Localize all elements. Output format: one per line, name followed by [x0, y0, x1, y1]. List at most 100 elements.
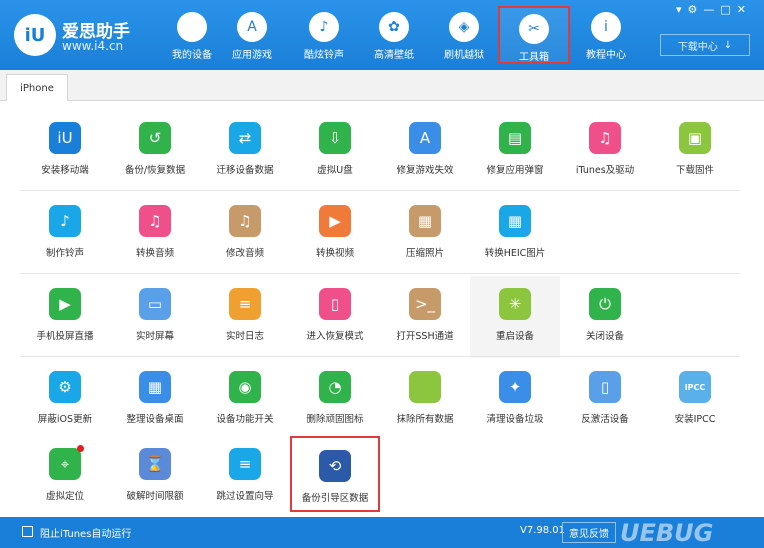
tool-usb[interactable]: ⇩ 虚拟U盘: [290, 110, 380, 192]
apple-icon: [177, 12, 207, 42]
log-icon: ≡: [229, 288, 261, 320]
download-arrow-icon: ↓: [723, 39, 733, 51]
tool-i4-logo[interactable]: iU 安装移动端: [20, 110, 110, 192]
tool-label: 手机投屏直播: [36, 331, 94, 342]
tab-iphone[interactable]: iPhone: [6, 74, 68, 101]
backup-clock-icon: ↺: [139, 122, 171, 154]
apple-id-icon: ▤: [499, 122, 531, 154]
play-icon: ▶: [319, 205, 351, 237]
tool-phone[interactable]: ▯ 进入恢复模式: [290, 276, 380, 358]
tool-label: 备份/恢复数据: [124, 165, 186, 176]
watermark: UEBUG: [620, 519, 714, 547]
bell-icon: ♪: [309, 12, 339, 42]
screen-cast-icon: ▶: [49, 288, 81, 320]
tool-monitor[interactable]: ▭ 实时屏幕: [110, 276, 200, 358]
gear-icon[interactable]: ⚙: [688, 3, 698, 16]
tools-icon: ✂: [519, 14, 549, 44]
tool-play[interactable]: ▶ 转换视频: [290, 193, 380, 275]
tool-label: 抹除所有数据: [396, 414, 454, 425]
toggle-icon: ◉: [229, 371, 261, 403]
tool-hourglass[interactable]: ⌛ 破解时间限额: [110, 436, 200, 518]
tool-label: 安装移动端: [41, 165, 89, 176]
tool-terminal[interactable]: >_ 打开SSH通道: [380, 276, 470, 358]
block-itunes-label[interactable]: 阻止iTunes自动运行: [40, 525, 131, 540]
nav-ringtones[interactable]: ♪ 酷炫铃声: [288, 6, 360, 64]
block-itunes-checkbox[interactable]: [22, 526, 33, 537]
location-pin-icon: ⌖: [49, 445, 84, 480]
tool-backup-clock[interactable]: ↺ 备份/恢复数据: [110, 110, 200, 192]
bell-icon: ♪: [49, 205, 81, 237]
music-icon: ♫: [139, 205, 171, 237]
flower-icon: ✿: [379, 12, 409, 42]
tool-label: 转换HEIC图片: [484, 248, 546, 259]
nav-toolbox[interactable]: ✂ 工具箱: [498, 6, 570, 64]
broom-icon: ✦: [499, 371, 531, 403]
download-center-button[interactable]: 下载中心 ↓: [660, 34, 750, 56]
tool-label: 进入恢复模式: [306, 331, 364, 342]
tool-location-pin[interactable]: ⌖ 虚拟定位: [20, 436, 110, 518]
tool-label: 修复应用弹窗: [486, 165, 544, 176]
feedback-button[interactable]: 意见反馈: [562, 522, 616, 543]
boot-backup-icon: ⟲: [319, 450, 351, 482]
tool-grid[interactable]: ▦ 整理设备桌面: [110, 359, 200, 441]
tool-screen-cast[interactable]: ▶ 手机投屏直播: [20, 276, 110, 358]
tool-migrate[interactable]: ⇄ 迁移设备数据: [200, 110, 290, 192]
tool-music[interactable]: ♫ iTunes及驱动: [560, 110, 650, 192]
app-logo[interactable]: iU 爱思助手 www.i4.cn: [14, 14, 174, 58]
tool-restart[interactable]: ✳ 重启设备: [470, 276, 560, 358]
nav-tutorials[interactable]: i 教程中心: [570, 6, 642, 64]
tool-skip-wizard[interactable]: ≡ 跳过设置向导: [200, 436, 290, 518]
tool-label: 转换音频: [135, 248, 174, 259]
tool-power[interactable]: ⏻ 关闭设备: [560, 276, 650, 358]
tool-label: 安装IPCC: [674, 414, 716, 425]
notification-dot: [77, 445, 84, 452]
info-icon: i: [591, 12, 621, 42]
tool-app-store[interactable]: A 修复游戏失效: [380, 110, 470, 192]
tool-apple-id[interactable]: ▤ 修复应用弹窗: [470, 110, 560, 192]
maximize-icon[interactable]: □: [720, 3, 730, 16]
tool-label: 重启设备: [495, 331, 534, 342]
tool-toggle[interactable]: ◉ 设备功能开关: [200, 359, 290, 441]
apple-icon: [409, 371, 441, 403]
tool-music-edit[interactable]: ♫ 修改音频: [200, 193, 290, 275]
tool-cube[interactable]: ▣ 下载固件: [650, 110, 740, 192]
box-icon: ◈: [449, 12, 479, 42]
tool-bell[interactable]: ♪ 制作铃声: [20, 193, 110, 275]
nav-wallpapers[interactable]: ✿ 高清壁纸: [358, 6, 430, 64]
music-edit-icon: ♫: [229, 205, 261, 237]
nav-flash-jailbreak[interactable]: ◈ 刷机越狱: [428, 6, 500, 64]
device-tab-bar: iPhone: [0, 70, 764, 101]
tool-label: 关闭设备: [585, 331, 624, 342]
tool-log[interactable]: ≡ 实时日志: [200, 276, 290, 358]
app-store-icon: A: [409, 122, 441, 154]
row-divider: [20, 356, 740, 357]
tool-label: 转换视频: [315, 248, 354, 259]
deactivate-icon: ▯: [589, 371, 621, 403]
tool-heic-image[interactable]: ▦ 转换HEIC图片: [470, 193, 560, 275]
tool-music[interactable]: ♫ 转换音频: [110, 193, 200, 275]
tool-label: 设备功能开关: [216, 414, 274, 425]
music-icon: ♫: [589, 122, 621, 154]
tool-boot-backup[interactable]: ⟲ 备份引导区数据: [290, 436, 380, 512]
tool-label: iTunes及驱动: [575, 165, 635, 176]
menu-icon[interactable]: ▾: [676, 3, 682, 16]
heic-image-icon: ▦: [499, 205, 531, 237]
close-icon[interactable]: ✕: [737, 3, 746, 16]
tool-gear[interactable]: ⚙ 屏蔽iOS更新: [20, 359, 110, 441]
tool-broom[interactable]: ✦ 清理设备垃圾: [470, 359, 560, 441]
tool-ipcc[interactable]: IPCC 安装IPCC: [650, 359, 740, 441]
tool-deactivate[interactable]: ▯ 反激活设备: [560, 359, 650, 441]
tool-label: 修复游戏失效: [396, 165, 454, 176]
tool-label: 修改音频: [225, 248, 264, 259]
tool-apple[interactable]: 抹除所有数据: [380, 359, 470, 441]
tool-image[interactable]: ▦ 压缩照片: [380, 193, 470, 275]
nav-apps-games[interactable]: A 应用游戏: [216, 6, 288, 64]
tool-pie[interactable]: ◔ 删除顽固图标: [290, 359, 380, 441]
skip-wizard-icon: ≡: [229, 448, 261, 480]
tool-label: 压缩照片: [405, 248, 444, 259]
hourglass-icon: ⌛: [139, 448, 171, 480]
minimize-icon[interactable]: —: [703, 3, 714, 16]
tool-label: 实时日志: [225, 331, 264, 342]
app-url: www.i4.cn: [62, 39, 124, 53]
tool-label: 反激活设备: [581, 414, 629, 425]
